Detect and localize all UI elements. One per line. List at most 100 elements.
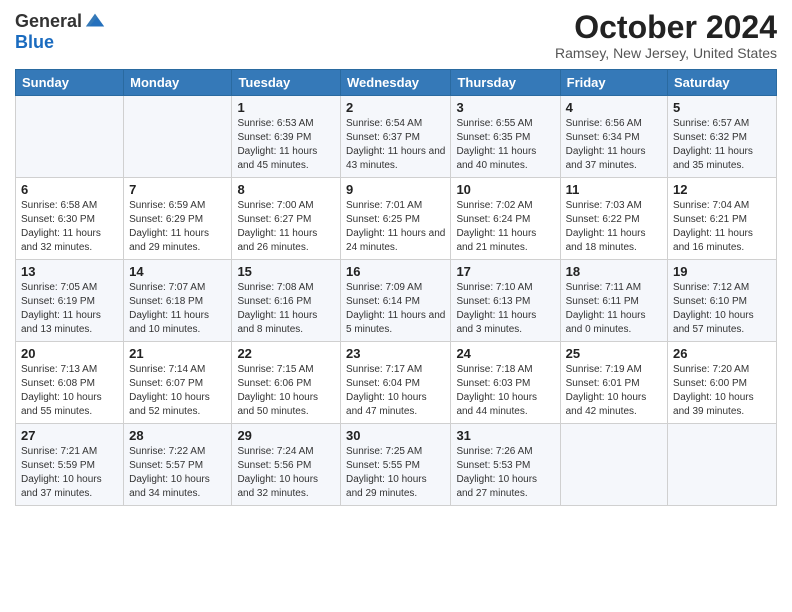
day-number: 25: [566, 346, 662, 361]
calendar-cell: 30 Sunrise: 7:25 AMSunset: 5:55 PMDayligh…: [341, 424, 451, 506]
day-info: Sunrise: 7:09 AMSunset: 6:14 PMDaylight:…: [346, 281, 445, 337]
day-number: 9: [346, 182, 445, 197]
logo: General Blue: [15, 10, 106, 53]
day-number: 21: [129, 346, 226, 361]
calendar-day-header: Thursday: [451, 70, 560, 96]
day-number: 20: [21, 346, 118, 361]
day-info: Sunrise: 7:03 AMSunset: 6:22 PMDaylight:…: [566, 199, 662, 255]
day-number: 12: [673, 182, 771, 197]
day-info: Sunrise: 7:08 AMSunset: 6:16 PMDaylight:…: [237, 281, 335, 337]
calendar-day-header: Monday: [124, 70, 232, 96]
calendar-cell: 31 Sunrise: 7:26 AMSunset: 5:53 PMDayligh…: [451, 424, 560, 506]
calendar-cell: 8 Sunrise: 7:00 AMSunset: 6:27 PMDaylight…: [232, 178, 341, 260]
calendar-cell: [16, 96, 124, 178]
day-info: Sunrise: 7:02 AMSunset: 6:24 PMDaylight:…: [456, 199, 554, 255]
day-number: 5: [673, 100, 771, 115]
day-info: Sunrise: 7:17 AMSunset: 6:04 PMDaylight:…: [346, 363, 445, 419]
calendar-cell: 2 Sunrise: 6:54 AMSunset: 6:37 PMDaylight…: [341, 96, 451, 178]
day-info: Sunrise: 6:55 AMSunset: 6:35 PMDaylight:…: [456, 117, 554, 173]
day-info: Sunrise: 6:58 AMSunset: 6:30 PMDaylight:…: [21, 199, 118, 255]
day-number: 8: [237, 182, 335, 197]
day-number: 30: [346, 428, 445, 443]
calendar-cell: 15 Sunrise: 7:08 AMSunset: 6:16 PMDayligh…: [232, 260, 341, 342]
day-info: Sunrise: 7:21 AMSunset: 5:59 PMDaylight:…: [21, 445, 118, 501]
day-info: Sunrise: 6:57 AMSunset: 6:32 PMDaylight:…: [673, 117, 771, 173]
day-number: 28: [129, 428, 226, 443]
calendar-cell: 25 Sunrise: 7:19 AMSunset: 6:01 PMDayligh…: [560, 342, 667, 424]
calendar-cell: 26 Sunrise: 7:20 AMSunset: 6:00 PMDayligh…: [668, 342, 777, 424]
calendar-cell: 4Sunrise: 6:56 AMSunset: 6:34 PMDaylight…: [560, 96, 667, 178]
day-number: 6: [21, 182, 118, 197]
day-info: Sunrise: 7:11 AMSunset: 6:11 PMDaylight:…: [566, 281, 662, 337]
calendar-cell: 20Sunrise: 7:13 AMSunset: 6:08 PMDayligh…: [16, 342, 124, 424]
page: General Blue October 2024 Ramsey, New Je…: [0, 0, 792, 521]
calendar-cell: 10 Sunrise: 7:02 AMSunset: 6:24 PMDayligh…: [451, 178, 560, 260]
calendar-cell: [668, 424, 777, 506]
day-info: Sunrise: 6:59 AMSunset: 6:29 PMDaylight:…: [129, 199, 226, 255]
calendar-cell: 7 Sunrise: 6:59 AMSunset: 6:29 PMDaylight…: [124, 178, 232, 260]
calendar-cell: [124, 96, 232, 178]
day-info: Sunrise: 7:14 AMSunset: 6:07 PMDaylight:…: [129, 363, 226, 419]
calendar-cell: 1Sunrise: 6:53 AMSunset: 6:39 PMDaylight…: [232, 96, 341, 178]
calendar-week-row: 1Sunrise: 6:53 AMSunset: 6:39 PMDaylight…: [16, 96, 777, 178]
day-info: Sunrise: 6:56 AMSunset: 6:34 PMDaylight:…: [566, 117, 662, 173]
day-info: Sunrise: 6:54 AMSunset: 6:37 PMDaylight:…: [346, 117, 445, 173]
day-number: 7: [129, 182, 226, 197]
calendar-cell: 17Sunrise: 7:10 AMSunset: 6:13 PMDayligh…: [451, 260, 560, 342]
day-info: Sunrise: 7:24 AMSunset: 5:56 PMDaylight:…: [237, 445, 335, 501]
day-number: 23: [346, 346, 445, 361]
calendar-week-row: 13Sunrise: 7:05 AMSunset: 6:19 PMDayligh…: [16, 260, 777, 342]
calendar-week-row: 27 Sunrise: 7:21 AMSunset: 5:59 PMDayligh…: [16, 424, 777, 506]
calendar-cell: 22Sunrise: 7:15 AMSunset: 6:06 PMDayligh…: [232, 342, 341, 424]
day-number: 16: [346, 264, 445, 279]
header: General Blue October 2024 Ramsey, New Je…: [15, 10, 777, 61]
day-number: 10: [456, 182, 554, 197]
day-info: Sunrise: 7:26 AMSunset: 5:53 PMDaylight:…: [456, 445, 554, 501]
logo-blue: Blue: [15, 32, 54, 53]
day-number: 3: [456, 100, 554, 115]
calendar-cell: 14Sunrise: 7:07 AMSunset: 6:18 PMDayligh…: [124, 260, 232, 342]
day-number: 2: [346, 100, 445, 115]
day-info: Sunrise: 7:19 AMSunset: 6:01 PMDaylight:…: [566, 363, 662, 419]
calendar-cell: 27 Sunrise: 7:21 AMSunset: 5:59 PMDayligh…: [16, 424, 124, 506]
calendar-cell: 6 Sunrise: 6:58 AMSunset: 6:30 PMDaylight…: [16, 178, 124, 260]
calendar-week-row: 20Sunrise: 7:13 AMSunset: 6:08 PMDayligh…: [16, 342, 777, 424]
logo-text: General: [15, 10, 106, 32]
calendar-day-header: Saturday: [668, 70, 777, 96]
day-info: Sunrise: 7:01 AMSunset: 6:25 PMDaylight:…: [346, 199, 445, 255]
calendar-cell: 16 Sunrise: 7:09 AMSunset: 6:14 PMDayligh…: [341, 260, 451, 342]
calendar-cell: 5 Sunrise: 6:57 AMSunset: 6:32 PMDaylight…: [668, 96, 777, 178]
calendar-week-row: 6 Sunrise: 6:58 AMSunset: 6:30 PMDaylight…: [16, 178, 777, 260]
day-number: 31: [456, 428, 554, 443]
day-number: 18: [566, 264, 662, 279]
day-number: 1: [237, 100, 335, 115]
calendar-cell: 29Sunrise: 7:24 AMSunset: 5:56 PMDayligh…: [232, 424, 341, 506]
calendar-day-header: Wednesday: [341, 70, 451, 96]
calendar: SundayMondayTuesdayWednesdayThursdayFrid…: [15, 69, 777, 506]
calendar-cell: 3 Sunrise: 6:55 AMSunset: 6:35 PMDaylight…: [451, 96, 560, 178]
logo-icon: [84, 10, 106, 32]
calendar-cell: 24 Sunrise: 7:18 AMSunset: 6:03 PMDayligh…: [451, 342, 560, 424]
header-right: October 2024 Ramsey, New Jersey, United …: [555, 10, 777, 61]
day-info: Sunrise: 7:15 AMSunset: 6:06 PMDaylight:…: [237, 363, 335, 419]
day-info: Sunrise: 7:25 AMSunset: 5:55 PMDaylight:…: [346, 445, 445, 501]
day-number: 17: [456, 264, 554, 279]
day-info: Sunrise: 7:00 AMSunset: 6:27 PMDaylight:…: [237, 199, 335, 255]
day-number: 27: [21, 428, 118, 443]
day-number: 15: [237, 264, 335, 279]
month-title: October 2024: [555, 10, 777, 45]
day-info: Sunrise: 7:18 AMSunset: 6:03 PMDaylight:…: [456, 363, 554, 419]
day-info: Sunrise: 7:07 AMSunset: 6:18 PMDaylight:…: [129, 281, 226, 337]
day-info: Sunrise: 7:04 AMSunset: 6:21 PMDaylight:…: [673, 199, 771, 255]
calendar-day-header: Friday: [560, 70, 667, 96]
day-info: Sunrise: 7:22 AMSunset: 5:57 PMDaylight:…: [129, 445, 226, 501]
day-number: 24: [456, 346, 554, 361]
calendar-cell: 13Sunrise: 7:05 AMSunset: 6:19 PMDayligh…: [16, 260, 124, 342]
day-info: Sunrise: 7:05 AMSunset: 6:19 PMDaylight:…: [21, 281, 118, 337]
location: Ramsey, New Jersey, United States: [555, 45, 777, 61]
day-info: Sunrise: 7:20 AMSunset: 6:00 PMDaylight:…: [673, 363, 771, 419]
calendar-cell: 19Sunrise: 7:12 AMSunset: 6:10 PMDayligh…: [668, 260, 777, 342]
day-info: Sunrise: 7:12 AMSunset: 6:10 PMDaylight:…: [673, 281, 771, 337]
day-number: 26: [673, 346, 771, 361]
calendar-cell: [560, 424, 667, 506]
